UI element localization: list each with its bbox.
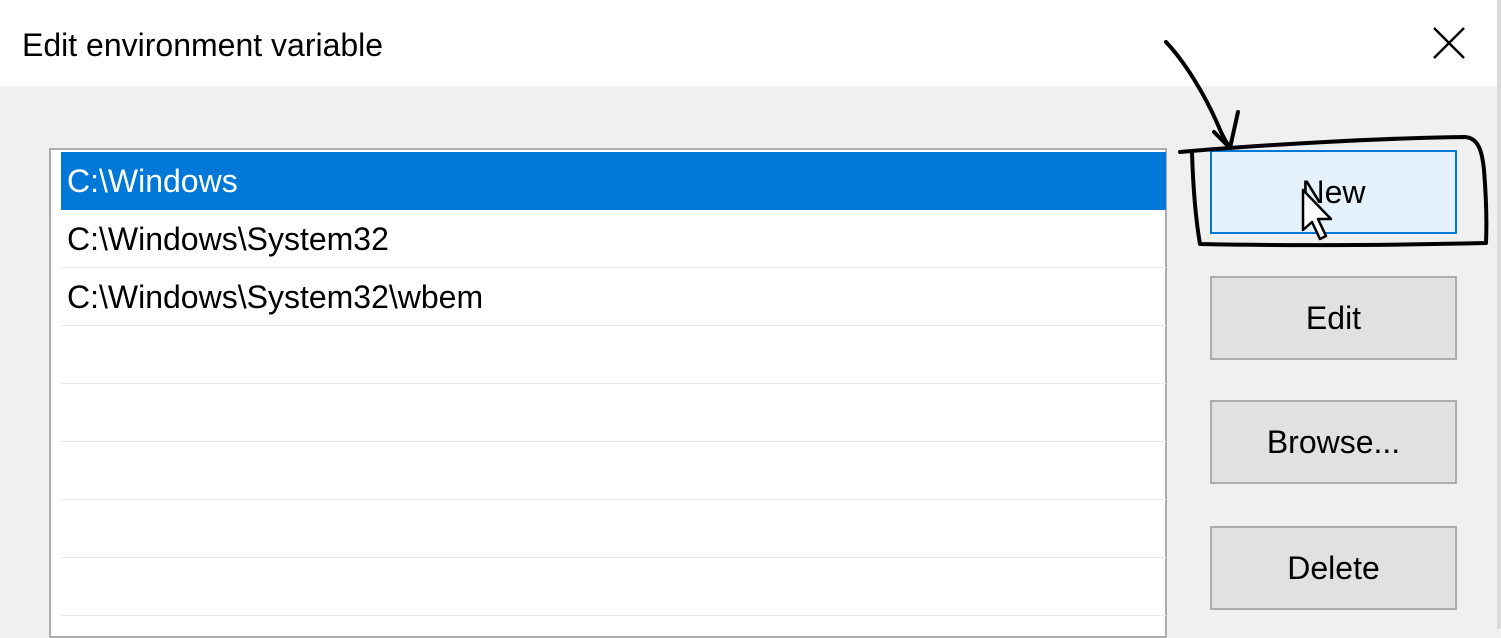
- list-item-empty[interactable]: [61, 326, 1166, 384]
- window-edge: [1497, 0, 1501, 629]
- browse-button[interactable]: Browse...: [1210, 400, 1457, 484]
- title-bar: Edit environment variable: [0, 0, 1501, 86]
- list-item-empty[interactable]: [61, 384, 1166, 442]
- list-item-selected[interactable]: C:\Windows: [61, 152, 1166, 210]
- list-item-empty[interactable]: [61, 500, 1166, 558]
- close-icon: [1433, 27, 1465, 59]
- list-item-empty[interactable]: [61, 558, 1166, 616]
- mouse-cursor-icon: [1301, 188, 1333, 241]
- close-button[interactable]: [1418, 12, 1480, 74]
- annotation-arrow-head: [1212, 110, 1240, 150]
- window-title: Edit environment variable: [22, 27, 384, 63]
- list-item[interactable]: C:\Windows\System32: [61, 210, 1166, 268]
- edit-button[interactable]: Edit: [1210, 276, 1457, 360]
- list-item[interactable]: C:\Windows\System32\wbem: [61, 268, 1166, 326]
- path-list[interactable]: C:\Windows C:\Windows\System32 C:\Window…: [49, 148, 1167, 638]
- delete-button[interactable]: Delete: [1210, 526, 1457, 610]
- list-item-empty[interactable]: [61, 442, 1166, 500]
